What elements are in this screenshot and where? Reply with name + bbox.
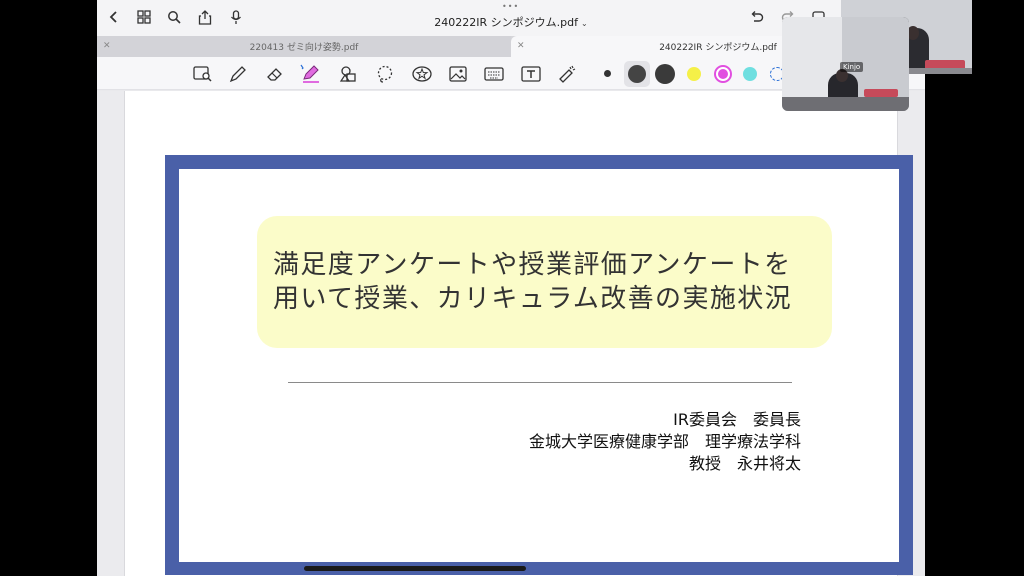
shapes-tool-icon[interactable] xyxy=(337,62,361,86)
pen-tool-icon[interactable] xyxy=(226,62,250,86)
document-title-text: 240222IR シンポジウム.pdf xyxy=(434,16,578,29)
home-indicator[interactable] xyxy=(304,566,526,571)
close-icon[interactable]: ✕ xyxy=(103,41,111,51)
highlighter-tool-icon[interactable] xyxy=(299,62,323,86)
zoom-tool-icon[interactable] xyxy=(191,62,215,86)
close-icon[interactable]: ✕ xyxy=(517,41,525,51)
slide-content: 満足度アンケートや授業評価アンケートを 用いて授業、カリキュラム改善の実施状況 … xyxy=(179,169,899,562)
video-participant-overlay[interactable]: Kinjo xyxy=(782,17,909,111)
document-viewport[interactable]: 満足度アンケートや授業評価アンケートを 用いて授業、カリキュラム改善の実施状況 … xyxy=(97,91,925,576)
eraser-tool-icon[interactable] xyxy=(263,62,287,86)
desk-surface xyxy=(782,97,909,111)
more-dots-icon[interactable]: ••• xyxy=(502,2,519,11)
laser-pointer-tool-icon[interactable] xyxy=(555,62,579,86)
chevron-down-icon: ⌄ xyxy=(581,19,588,28)
color-cyan-swatch[interactable] xyxy=(743,67,757,81)
slide-divider xyxy=(288,382,792,383)
slide-author-block: IR委員会 委員長 金城大学医療健康学部 理学療法学科 教授 永井将太 xyxy=(529,409,801,475)
undo-icon[interactable] xyxy=(745,6,767,28)
pen-size-medium-dot[interactable] xyxy=(628,65,646,83)
slide-title-line-1: 満足度アンケートや授業評価アンケートを xyxy=(273,250,792,280)
lasso-tool-icon[interactable] xyxy=(373,62,397,86)
color-magenta-fill xyxy=(718,69,728,79)
pdf-page[interactable]: 満足度アンケートや授業評価アンケートを 用いて授業、カリキュラム改善の実施状況 … xyxy=(124,91,913,576)
sticker-tool-icon[interactable] xyxy=(410,62,434,86)
pen-size-small-dot[interactable] xyxy=(604,70,611,77)
desk-object xyxy=(864,89,898,97)
author-role: IR委員会 委員長 xyxy=(673,410,801,429)
pen-size-large-dot[interactable] xyxy=(655,64,675,84)
keyboard-tool-icon[interactable] xyxy=(482,62,506,86)
slide-title-line-2: 用いて授業、カリキュラム改善の実施状況 xyxy=(273,284,793,314)
participant-name-label: Kinjo xyxy=(840,62,864,72)
tab-label: 220413 ゼミ向け姿勢.pdf xyxy=(249,43,359,53)
author-name: 教授 永井将太 xyxy=(688,454,801,473)
author-affiliation: 金城大学医療健康学部 理学療法学科 xyxy=(528,432,801,451)
text-tool-icon[interactable] xyxy=(519,62,543,86)
slide-frame: 満足度アンケートや授業評価アンケートを 用いて授業、カリキュラム改善の実施状況 … xyxy=(165,155,913,575)
image-tool-icon[interactable] xyxy=(446,62,470,86)
tab-zemi-document[interactable]: ✕ 220413 ゼミ向け姿勢.pdf xyxy=(97,36,511,57)
slide-title-box: 満足度アンケートや授業評価アンケートを 用いて授業、カリキュラム改善の実施状況 xyxy=(257,216,832,348)
color-yellow-swatch[interactable] xyxy=(687,67,701,81)
